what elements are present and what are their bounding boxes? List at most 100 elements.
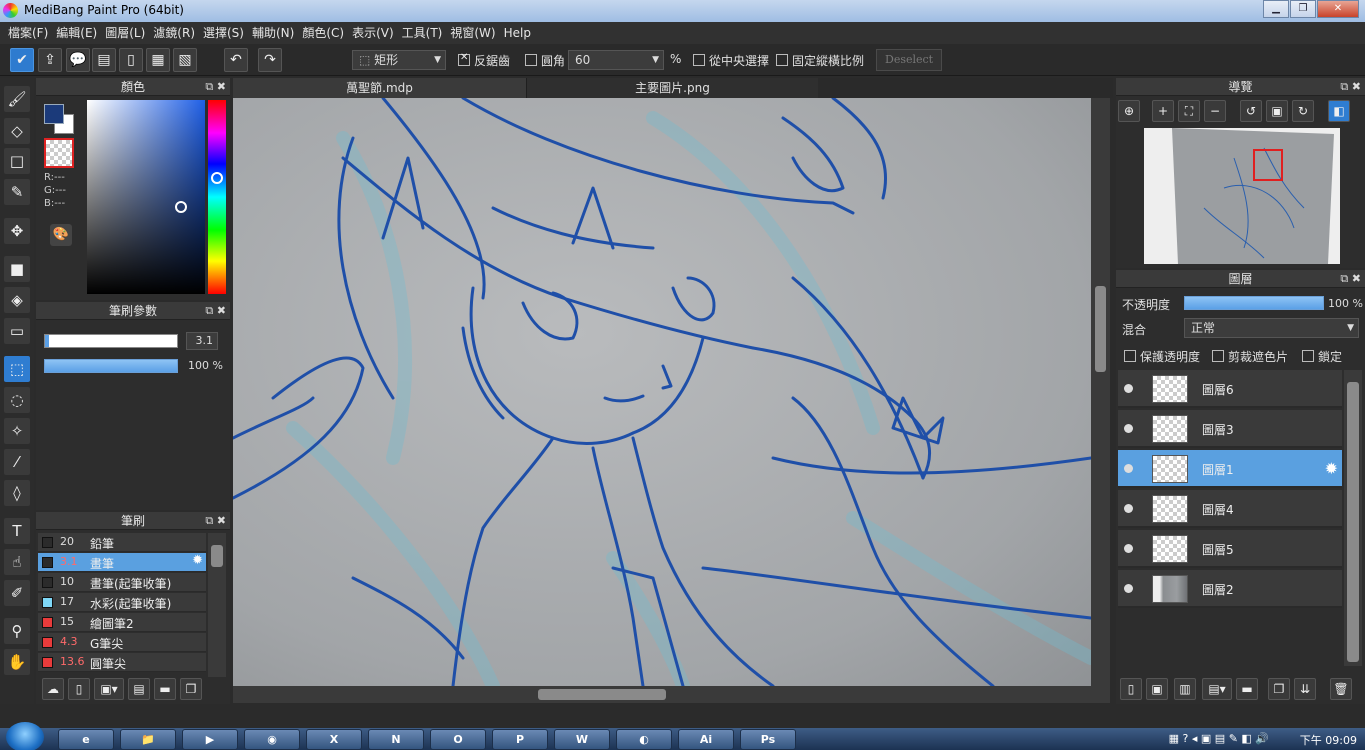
dot-tool-icon[interactable]: □ bbox=[4, 148, 30, 174]
hue-slider[interactable] bbox=[208, 100, 226, 294]
brush-item[interactable]: 17 水彩(起筆收筆) bbox=[38, 593, 206, 612]
merge-layer-icon[interactable]: ⇊ bbox=[1294, 678, 1316, 700]
select-eraser-tool-icon[interactable]: ◊ bbox=[4, 480, 30, 506]
zoom-out-icon[interactable]: − bbox=[1204, 100, 1226, 122]
bucket-tool-icon[interactable]: ◈ bbox=[4, 287, 30, 313]
tab-halloween[interactable]: 萬聖節.mdp bbox=[233, 78, 526, 98]
maximize-button[interactable]: ❐ bbox=[1290, 0, 1316, 18]
fixed-ratio-checkbox[interactable] bbox=[776, 54, 788, 66]
menu-assist[interactable]: 輔助(N) bbox=[252, 22, 302, 44]
minimize-button[interactable]: ▁ bbox=[1263, 0, 1289, 18]
magic-wand-tool-icon[interactable]: ✧ bbox=[4, 418, 30, 444]
flip-horizontal-icon[interactable]: ◧ bbox=[1328, 100, 1350, 122]
brush-settings-icon[interactable]: ▤ bbox=[128, 678, 150, 700]
brush-item[interactable]: 20 鉛筆 bbox=[38, 533, 206, 552]
new-layer-icon[interactable]: ▯ bbox=[1120, 678, 1142, 700]
gear-icon[interactable]: ✹ bbox=[192, 553, 203, 568]
duplicate-layer-icon[interactable]: ❐ bbox=[1268, 678, 1290, 700]
clock[interactable]: 下午 09:09 bbox=[1300, 732, 1357, 748]
panel-popout-close-icons[interactable]: ⧉ ✖ bbox=[205, 302, 226, 320]
add-brush-menu-icon[interactable]: ▣▾ bbox=[94, 678, 124, 700]
shape-fill-tool-icon[interactable]: ■ bbox=[4, 256, 30, 282]
gear-icon[interactable]: ✹ bbox=[1325, 459, 1338, 478]
panel-popout-close-icons[interactable]: ⧉ ✖ bbox=[1340, 78, 1361, 96]
sv-cursor[interactable] bbox=[175, 200, 188, 213]
brush-item[interactable]: 10 畫筆(起筆收筆) bbox=[38, 573, 206, 592]
layer-row[interactable]: 圖層2 bbox=[1118, 570, 1342, 608]
menu-window[interactable]: 視窗(W) bbox=[450, 22, 503, 44]
layer-row[interactable]: 圖層6 bbox=[1118, 370, 1342, 408]
duplicate-brush-icon[interactable]: ❐ bbox=[180, 678, 202, 700]
page-layout-icon[interactable]: ▦ bbox=[146, 48, 170, 72]
foreground-color-swatch[interactable] bbox=[44, 104, 64, 124]
hue-cursor[interactable] bbox=[211, 171, 223, 184]
fit-screen-icon[interactable]: ⛶ bbox=[1178, 100, 1200, 122]
visibility-eye-icon[interactable] bbox=[1124, 544, 1133, 553]
redo-icon[interactable]: ↷ bbox=[258, 48, 282, 72]
brush-list-scrollbar[interactable] bbox=[208, 533, 226, 677]
speech-bubble-icon[interactable]: 💬 bbox=[66, 48, 90, 72]
cloud-brush-icon[interactable]: ☁ bbox=[42, 678, 64, 700]
taskbar-app-icon[interactable]: O bbox=[430, 729, 486, 750]
menu-select[interactable]: 選擇(S) bbox=[203, 22, 252, 44]
panel-popout-close-icons[interactable]: ⧉ ✖ bbox=[1340, 270, 1361, 288]
layer-row[interactable]: 圖層5 bbox=[1118, 530, 1342, 568]
start-button[interactable] bbox=[6, 722, 44, 750]
round-corner-input[interactable]: 60 ▼ bbox=[568, 50, 664, 70]
layer-list-scroll-thumb[interactable] bbox=[1347, 382, 1359, 662]
deselect-button[interactable]: Deselect bbox=[876, 49, 943, 71]
taskbar-app-icon[interactable]: ◐ bbox=[616, 729, 672, 750]
taskbar-app-icon[interactable]: N bbox=[368, 729, 424, 750]
menu-layer[interactable]: 圖層(L) bbox=[105, 22, 153, 44]
lasso-tool-icon[interactable]: ◌ bbox=[4, 387, 30, 413]
zoom-in-icon[interactable]: + bbox=[1152, 100, 1174, 122]
protect-alpha-checkbox[interactable] bbox=[1124, 350, 1136, 362]
brush-item[interactable]: 13.6 圓筆尖 bbox=[38, 653, 206, 672]
taskbar-app-icon[interactable]: P bbox=[492, 729, 548, 750]
delete-layer-icon[interactable]: 🗑 bbox=[1330, 678, 1352, 700]
eyedropper-tool-icon[interactable]: ⚲ bbox=[4, 618, 30, 644]
taskbar-app-icon[interactable]: W bbox=[554, 729, 610, 750]
menu-filter[interactable]: 濾鏡(R) bbox=[153, 22, 203, 44]
brush-size-value[interactable]: 3.1 bbox=[186, 332, 218, 350]
menu-view[interactable]: 表示(V) bbox=[352, 22, 402, 44]
undo-icon[interactable]: ↶ bbox=[224, 48, 248, 72]
rotate-left-icon[interactable]: ↺ bbox=[1240, 100, 1262, 122]
new-brush-icon[interactable]: ▯ bbox=[68, 678, 90, 700]
canvas-horizontal-scrollbar[interactable] bbox=[233, 686, 1110, 703]
divide-tool-icon[interactable]: ✐ bbox=[4, 580, 30, 606]
taskbar-app-icon[interactable]: e bbox=[58, 729, 114, 750]
check-icon[interactable]: ✔ bbox=[10, 48, 34, 72]
brush-item[interactable]: 15 繪圖筆2 bbox=[38, 613, 206, 632]
panel-popout-close-icons[interactable]: ⧉ ✖ bbox=[205, 78, 226, 96]
visibility-eye-icon[interactable] bbox=[1124, 384, 1133, 393]
blur-brush-tool-icon[interactable]: ✎ bbox=[4, 179, 30, 205]
palette-icon[interactable]: 🎨 bbox=[50, 224, 72, 246]
layer-row[interactable]: 圖層4 bbox=[1118, 490, 1342, 528]
menu-edit[interactable]: 編輯(E) bbox=[56, 22, 105, 44]
panel-popout-close-icons[interactable]: ⧉ ✖ bbox=[205, 512, 226, 530]
from-center-checkbox[interactable] bbox=[693, 54, 705, 66]
new-8bit-layer-icon[interactable]: ▥ bbox=[1174, 678, 1196, 700]
add-layer-menu-icon[interactable]: ▤▾ bbox=[1202, 678, 1232, 700]
rect-select-tool-icon[interactable]: ⬚ bbox=[4, 356, 30, 382]
new-halftone-layer-icon[interactable]: ▣ bbox=[1146, 678, 1168, 700]
menu-tools[interactable]: 工具(T) bbox=[402, 22, 451, 44]
layer-row[interactable]: 圖層3 bbox=[1118, 410, 1342, 448]
eraser-tool-icon[interactable]: ◇ bbox=[4, 118, 30, 144]
saturation-value-picker[interactable] bbox=[87, 100, 205, 294]
menu-help[interactable]: Help bbox=[504, 22, 539, 44]
taskbar-app-icon[interactable]: ▶ bbox=[182, 729, 238, 750]
reset-rotation-icon[interactable]: ▣ bbox=[1266, 100, 1288, 122]
taskbar-app-icon[interactable]: ◉ bbox=[244, 729, 300, 750]
taskbar-app-icon[interactable]: Ai bbox=[678, 729, 734, 750]
brush-tool-icon[interactable]: 🖌 bbox=[4, 86, 30, 112]
comment-icon[interactable]: ▤ bbox=[92, 48, 116, 72]
rotate-right-icon[interactable]: ↻ bbox=[1292, 100, 1314, 122]
menu-color[interactable]: 顏色(C) bbox=[302, 22, 352, 44]
brush-folder-icon[interactable]: ▬ bbox=[154, 678, 176, 700]
selection-shape-select[interactable]: ⬚ 矩形 ▼ bbox=[352, 50, 446, 70]
brush-size-slider[interactable] bbox=[44, 334, 178, 348]
zoom-reset-icon[interactable]: ⊕ bbox=[1118, 100, 1140, 122]
text-tool-icon[interactable]: T bbox=[4, 518, 30, 544]
